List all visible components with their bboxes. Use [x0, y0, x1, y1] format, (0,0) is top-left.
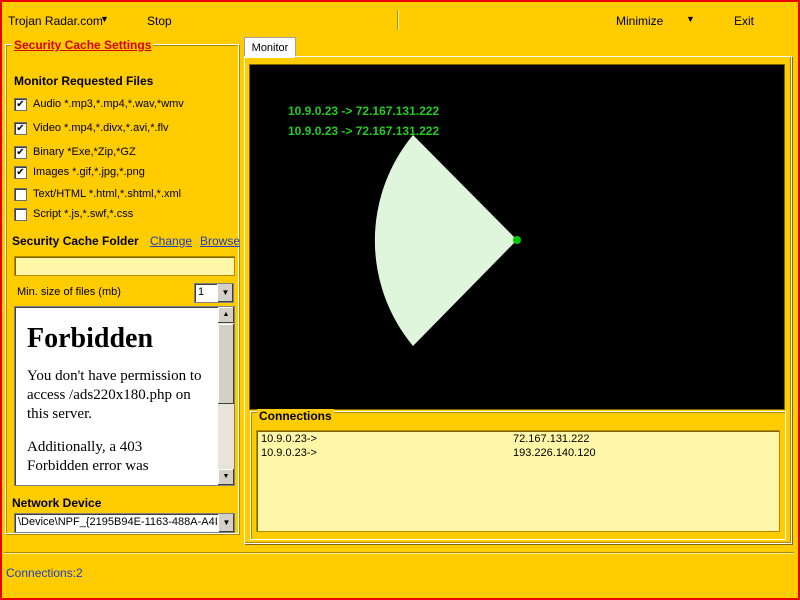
min-size-select[interactable]: 1 ▼	[194, 283, 234, 303]
tab-monitor[interactable]: Monitor	[244, 37, 296, 58]
chevron-down-icon[interactable]: ▼	[217, 284, 233, 302]
list-item[interactable]: 10.9.0.23-> 193.226.140.120	[261, 447, 771, 461]
change-folder-link[interactable]: Change	[150, 234, 192, 248]
min-size-value: 1	[198, 286, 205, 298]
settings-title: Security Cache Settings	[12, 38, 154, 52]
scroll-thumb[interactable]	[218, 324, 234, 404]
filetype-text-html[interactable]: Text/HTML *.html,*.shtml,*.xml	[14, 187, 181, 201]
status-bar	[4, 552, 794, 593]
connection-source: 10.9.0.23->	[261, 447, 317, 459]
top-bar: Trojan Radar.com ▼ Stop Minimize ▼ Exit	[0, 0, 796, 34]
checkbox-text-html[interactable]	[14, 187, 27, 201]
filetype-script[interactable]: Script *.js,*.swf,*.css	[14, 207, 133, 221]
web-preview-pane[interactable]: Forbidden You don't have permission to a…	[14, 306, 235, 486]
chevron-down-icon[interactable]: ▼	[218, 514, 234, 532]
preview-paragraph-2: Additionally, a 403 Forbidden error was	[27, 439, 149, 474]
cache-folder-heading: Security Cache Folder	[12, 234, 139, 248]
connections-title: Connections	[257, 409, 334, 423]
filetype-audio[interactable]: ✔ Audio *.mp3,*.mp4,*.wav,*wmv	[14, 97, 184, 111]
preview-scrollbar[interactable]: ▲ ▼	[218, 307, 234, 485]
preview-paragraph-1: You don't have permission to access /ads…	[27, 368, 202, 422]
radar-origin-dot	[513, 236, 521, 244]
network-device-value: \Device\NPF_{2195B94E-1163-488A-A4I	[18, 516, 218, 528]
cache-folder-input[interactable]	[14, 256, 235, 276]
preview-heading: Forbidden	[27, 323, 154, 354]
scroll-down-icon[interactable]: ▼	[218, 469, 234, 485]
app-menu-dropdown-icon[interactable]: ▼	[100, 14, 109, 24]
checkbox-audio[interactable]: ✔	[14, 97, 27, 111]
min-size-label: Min. size of files (mb)	[17, 286, 121, 298]
connections-list[interactable]: 10.9.0.23-> 72.167.131.222 10.9.0.23-> 1…	[256, 430, 780, 532]
app-title-menu[interactable]: Trojan Radar.com	[8, 14, 103, 28]
filetype-binary[interactable]: ✔ Binary *Exe,*Zip,*GZ	[14, 145, 136, 159]
checkbox-script[interactable]	[14, 207, 27, 221]
connection-source: 10.9.0.23->	[261, 433, 317, 445]
filetype-binary-label: Binary *Exe,*Zip,*GZ	[33, 146, 136, 158]
monitor-files-heading: Monitor Requested Files	[14, 74, 154, 88]
radar-canvas: 10.9.0.23 -> 72.167.131.222 10.9.0.23 ->…	[288, 104, 521, 346]
network-device-heading: Network Device	[12, 496, 102, 510]
checkbox-video[interactable]: ✔	[14, 121, 27, 135]
exit-button[interactable]: Exit	[734, 14, 754, 28]
radar-sweep	[374, 135, 517, 346]
filetype-images[interactable]: ✔ Images *.gif,*.jpg,*.png	[14, 165, 145, 179]
filetype-script-label: Script *.js,*.swf,*.css	[33, 208, 134, 220]
browse-folder-link[interactable]: Browse	[200, 234, 240, 248]
connection-destination: 72.167.131.222	[513, 433, 590, 445]
checkbox-images[interactable]: ✔	[14, 165, 27, 179]
filetype-images-label: Images *.gif,*.jpg,*.png	[33, 166, 145, 178]
filetype-video-label: Video *.mp4,*.divx,*.avi,*.flv	[33, 122, 169, 134]
scroll-up-icon[interactable]: ▲	[218, 307, 234, 323]
toolbar-separator	[397, 10, 399, 30]
status-connections-count: Connections:2	[6, 566, 83, 580]
radar-connection-label: 10.9.0.23 -> 72.167.131.222	[288, 124, 439, 138]
checkbox-binary[interactable]: ✔	[14, 145, 27, 159]
filetype-video[interactable]: ✔ Video *.mp4,*.divx,*.avi,*.flv	[14, 121, 169, 135]
connection-destination: 193.226.140.120	[513, 447, 596, 459]
minimize-button[interactable]: Minimize	[616, 14, 663, 28]
stop-button[interactable]: Stop	[147, 14, 172, 28]
network-device-select[interactable]: \Device\NPF_{2195B94E-1163-488A-A4I ▼	[14, 513, 235, 533]
minimize-dropdown-icon[interactable]: ▼	[686, 14, 695, 24]
radar-display: 10.9.0.23 -> 72.167.131.222 10.9.0.23 ->…	[250, 65, 784, 409]
web-preview-content: Forbidden You don't have permission to a…	[27, 323, 207, 485]
radar-connection-label: 10.9.0.23 -> 72.167.131.222	[288, 104, 439, 118]
filetype-audio-label: Audio *.mp3,*.mp4,*.wav,*wmv	[33, 98, 184, 110]
list-item[interactable]: 10.9.0.23-> 72.167.131.222	[261, 433, 771, 447]
filetype-text-html-label: Text/HTML *.html,*.shtml,*.xml	[33, 188, 182, 200]
